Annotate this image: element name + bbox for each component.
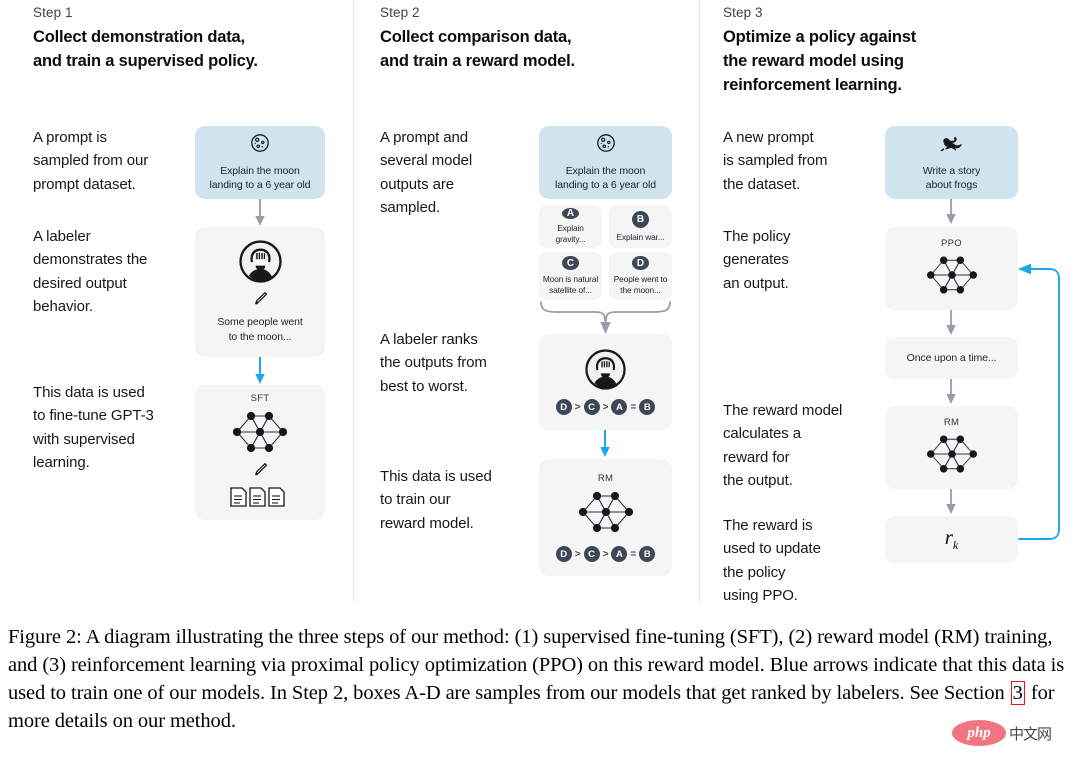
rm-rank-badge-1: D xyxy=(555,546,572,562)
arrow-train-rm xyxy=(600,430,610,457)
step-3-rm-caption: RM xyxy=(943,417,960,428)
rank-badge-1: D xyxy=(555,399,572,415)
step-3-description-1: A new prompt is sampled from the dataset… xyxy=(723,129,828,193)
step-2-description-3: This data is used to train our reward mo… xyxy=(380,468,492,532)
rm-rank-badge-3: A xyxy=(611,546,628,562)
step-3-description-2: The policy generates an output. xyxy=(723,228,791,292)
moon-icon xyxy=(250,133,270,158)
watermark-cn-text: 中文网 xyxy=(1009,724,1052,743)
rm-rank-operator-3: = xyxy=(630,548,637,560)
step-2-description-1: A prompt and several model outputs are s… xyxy=(380,129,473,216)
sample-badge-d: D xyxy=(632,256,649,271)
figure-caption: Figure 2: A diagram illustrating the thr… xyxy=(8,623,1072,735)
arrow-prompt-to-ppo xyxy=(946,199,956,224)
step-3-rm-box[interactable]: RM xyxy=(885,406,1018,489)
pencil-icon xyxy=(252,290,269,312)
step-1-prompt-text: Explain the moon landing to a 6 year old xyxy=(209,164,311,191)
rank-operator-3: = xyxy=(630,401,637,413)
step-2-rm-caption: RM xyxy=(597,473,614,484)
arrow-ppo-to-output xyxy=(946,310,956,335)
site-watermark: php 中文网 xyxy=(952,716,1072,750)
moon-icon xyxy=(596,133,616,158)
rm-rank-operator-1: > xyxy=(574,548,581,560)
step-1-labeler-box[interactable]: Some people went to the moon... xyxy=(195,227,325,357)
frog-icon xyxy=(938,133,966,158)
rank-badge-4: B xyxy=(639,399,656,415)
step-2-description-2: A labeler ranks the outputs from best to… xyxy=(380,331,487,395)
sample-badge-c: C xyxy=(562,256,579,271)
arrow-train-sft xyxy=(255,357,265,384)
step-3-generated-output-box[interactable]: Once upon a time... xyxy=(885,337,1018,379)
step-1-prompt-box[interactable]: Explain the moon landing to a 6 year old xyxy=(195,126,325,199)
step-2-rm-box[interactable]: RM D > C > A = B xyxy=(539,459,672,576)
documents-icon xyxy=(229,486,291,513)
step-1-description-1: A prompt is sampled from our prompt data… xyxy=(33,129,149,193)
rm-rank-operator-2: > xyxy=(602,548,609,560)
sample-badge-b: B xyxy=(632,210,649,228)
step-1-description-2: A labeler demonstrates the desired outpu… xyxy=(33,228,148,315)
step-2-title: Collect comparison data, and train a rew… xyxy=(380,28,575,70)
step-3-column: Step 3 Optimize a policy against the rew… xyxy=(699,0,1080,612)
step-3-description-3: The reward model calculates a reward for… xyxy=(723,402,843,489)
figure-diagram: Step 1 Collect demonstration data, and t… xyxy=(0,0,1080,612)
step-2-ranking-row: D > C > A = B xyxy=(555,399,656,415)
step-3-new-prompt-box[interactable]: Write a story about frogs xyxy=(885,126,1018,199)
caption-text-before-link: Figure 2: A diagram illustrating the thr… xyxy=(8,626,1065,705)
sample-text-c: Moon is natural satellite of... xyxy=(542,274,599,296)
neural-network-icon xyxy=(575,486,637,538)
rank-operator-2: > xyxy=(602,401,609,413)
step-2-prompt-text: Explain the moon landing to a 6 year old xyxy=(554,164,657,191)
step-1-description-3: This data is used to fine-tune GPT-3 wit… xyxy=(33,384,154,471)
step-3-ppo-caption: PPO xyxy=(941,238,962,249)
reward-symbol: r xyxy=(944,525,953,550)
step-2-rm-ranking-row: D > C > A = B xyxy=(555,546,656,562)
step-2-sample-card-a[interactable]: A Explain gravity... xyxy=(539,205,602,248)
pencil-icon xyxy=(252,461,269,483)
neural-network-icon xyxy=(923,430,981,478)
step-2-sample-card-c[interactable]: C Moon is natural satellite of... xyxy=(539,252,602,300)
step-1-sft-box[interactable]: SFT xyxy=(195,385,325,520)
labeler-person-icon xyxy=(238,240,282,288)
section-reference-link[interactable]: 3 xyxy=(1010,681,1025,706)
arrow-prompt-to-labeler xyxy=(255,199,265,226)
rm-rank-badge-2: C xyxy=(583,546,600,562)
merge-brace-connector xyxy=(540,301,671,334)
step-1-column: Step 1 Collect demonstration data, and t… xyxy=(0,0,353,612)
reward-value-label: rk xyxy=(945,525,959,553)
arrow-output-to-rm xyxy=(946,379,956,404)
sample-text-a: Explain gravity... xyxy=(555,223,586,244)
rank-badge-2: C xyxy=(583,399,600,415)
step-2-sample-card-d[interactable]: D People went to the moon... xyxy=(609,252,672,300)
arrow-rm-to-reward xyxy=(946,489,956,514)
step-2-label: Step 2 xyxy=(380,5,420,20)
neural-network-icon xyxy=(229,406,291,458)
step-1-title: Collect demonstration data, and train a … xyxy=(33,28,258,70)
labeler-person-icon xyxy=(585,349,626,395)
step-3-label: Step 3 xyxy=(723,5,763,20)
step-2-labeler-rank-box[interactable]: D > C > A = B xyxy=(539,334,672,430)
step-3-ppo-box[interactable]: PPO xyxy=(885,227,1018,310)
step-3-title: Optimize a policy against the reward mod… xyxy=(723,28,917,94)
rank-badge-3: A xyxy=(611,399,628,415)
step-1-sft-caption: SFT xyxy=(250,392,270,404)
step-1-label: Step 1 xyxy=(33,5,73,20)
step-2-sample-card-b[interactable]: B Explain war... xyxy=(609,205,672,248)
sample-text-d: People went to the moon... xyxy=(613,274,668,296)
step-1-labeler-output-text: Some people went to the moon... xyxy=(217,316,303,343)
neural-network-icon xyxy=(923,251,981,299)
reward-subscript: k xyxy=(952,538,959,553)
rank-operator-1: > xyxy=(574,401,581,413)
step-3-description-4: The reward is used to update the policy … xyxy=(723,517,821,604)
step-2-prompt-box[interactable]: Explain the moon landing to a 6 year old xyxy=(539,126,672,199)
sample-badge-a: A xyxy=(562,208,579,220)
php-logo-icon: php xyxy=(952,720,1006,746)
step-3-new-prompt-text: Write a story about frogs xyxy=(922,164,981,191)
step-3-generated-output-text: Once upon a time... xyxy=(906,351,997,364)
rm-rank-badge-4: B xyxy=(639,546,656,562)
arrow-reward-feedback-to-ppo xyxy=(1018,263,1060,540)
step-3-reward-value-box[interactable]: rk xyxy=(885,516,1018,563)
sample-text-b: Explain war... xyxy=(616,231,665,242)
step-2-column: Step 2 Collect comparison data, and trai… xyxy=(353,0,699,612)
